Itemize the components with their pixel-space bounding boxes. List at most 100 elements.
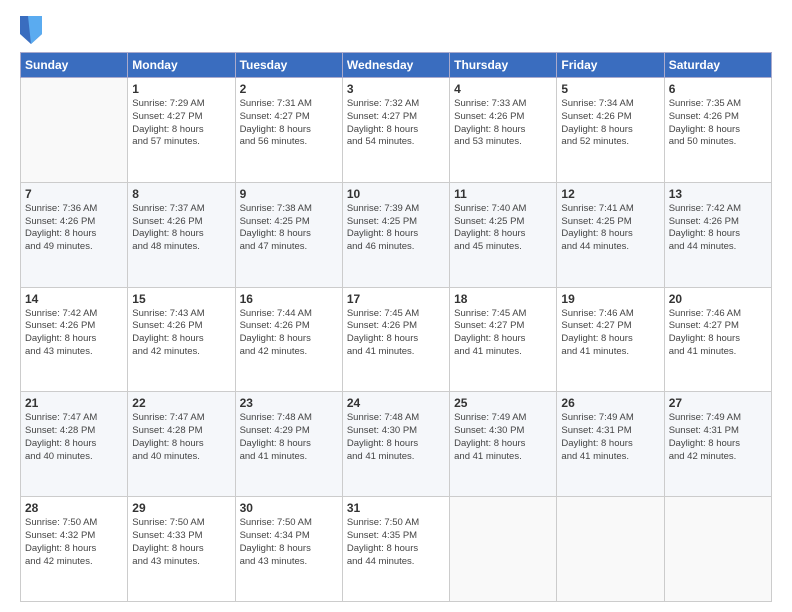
day-info: Sunrise: 7:42 AMSunset: 4:26 PMDaylight:… bbox=[25, 308, 123, 359]
day-info: Sunrise: 7:29 AMSunset: 4:27 PMDaylight:… bbox=[132, 98, 230, 149]
day-number: 29 bbox=[132, 501, 230, 515]
calendar-cell: 12 Sunrise: 7:41 AMSunset: 4:25 PMDayligh… bbox=[557, 182, 664, 287]
day-header-monday: Monday bbox=[128, 53, 235, 78]
day-number: 17 bbox=[347, 292, 445, 306]
day-info: Sunrise: 7:36 AMSunset: 4:26 PMDaylight:… bbox=[25, 203, 123, 254]
calendar-cell: 26 Sunrise: 7:49 AMSunset: 4:31 PMDayligh… bbox=[557, 392, 664, 497]
calendar-cell: 17Sunrise: 7:45 AMSunset: 4:26 PMDayligh… bbox=[342, 287, 449, 392]
day-number: 27 bbox=[669, 396, 767, 410]
day-number: 31 bbox=[347, 501, 445, 515]
day-header-friday: Friday bbox=[557, 53, 664, 78]
calendar-cell: 14 Sunrise: 7:42 AMSunset: 4:26 PMDayligh… bbox=[21, 287, 128, 392]
calendar-cell: 31 Sunrise: 7:50 AMSunset: 4:35 PMDayligh… bbox=[342, 497, 449, 602]
day-number: 10 bbox=[347, 187, 445, 201]
day-header-wednesday: Wednesday bbox=[342, 53, 449, 78]
day-info: Sunrise: 7:46 AMSunset: 4:27 PMDaylight:… bbox=[669, 308, 767, 359]
day-number: 8 bbox=[132, 187, 230, 201]
calendar-cell: 3 Sunrise: 7:32 AMSunset: 4:27 PMDaylight… bbox=[342, 78, 449, 183]
day-number: 22 bbox=[132, 396, 230, 410]
day-number: 9 bbox=[240, 187, 338, 201]
day-info: Sunrise: 7:50 AMSunset: 4:35 PMDaylight:… bbox=[347, 517, 445, 568]
day-number: 11 bbox=[454, 187, 552, 201]
day-info: Sunrise: 7:47 AMSunset: 4:28 PMDaylight:… bbox=[25, 412, 123, 463]
calendar-cell: 28 Sunrise: 7:50 AMSunset: 4:32 PMDayligh… bbox=[21, 497, 128, 602]
day-info: Sunrise: 7:35 AMSunset: 4:26 PMDaylight:… bbox=[669, 98, 767, 149]
day-number: 16 bbox=[240, 292, 338, 306]
calendar-cell: 22 Sunrise: 7:47 AMSunset: 4:28 PMDayligh… bbox=[128, 392, 235, 497]
calendar-cell: 2 Sunrise: 7:31 AMSunset: 4:27 PMDaylight… bbox=[235, 78, 342, 183]
day-number: 30 bbox=[240, 501, 338, 515]
calendar-cell: 7Sunrise: 7:36 AMSunset: 4:26 PMDaylight… bbox=[21, 182, 128, 287]
day-info: Sunrise: 7:45 AMSunset: 4:27 PMDaylight:… bbox=[454, 308, 552, 359]
calendar-cell: 27 Sunrise: 7:49 AMSunset: 4:31 PMDayligh… bbox=[664, 392, 771, 497]
calendar-cell: 8 Sunrise: 7:37 AMSunset: 4:26 PMDaylight… bbox=[128, 182, 235, 287]
day-number: 20 bbox=[669, 292, 767, 306]
day-info: Sunrise: 7:50 AMSunset: 4:32 PMDaylight:… bbox=[25, 517, 123, 568]
calendar-table: SundayMondayTuesdayWednesdayThursdayFrid… bbox=[20, 52, 772, 602]
calendar-cell bbox=[557, 497, 664, 602]
calendar-cell: 13 Sunrise: 7:42 AMSunset: 4:26 PMDayligh… bbox=[664, 182, 771, 287]
day-info: Sunrise: 7:50 AMSunset: 4:33 PMDaylight:… bbox=[132, 517, 230, 568]
calendar-cell: 1 Sunrise: 7:29 AMSunset: 4:27 PMDaylight… bbox=[128, 78, 235, 183]
calendar-cell: 29 Sunrise: 7:50 AMSunset: 4:33 PMDayligh… bbox=[128, 497, 235, 602]
day-info: Sunrise: 7:34 AMSunset: 4:26 PMDaylight:… bbox=[561, 98, 659, 149]
calendar-cell: 10 Sunrise: 7:39 AMSunset: 4:25 PMDayligh… bbox=[342, 182, 449, 287]
day-info: Sunrise: 7:33 AMSunset: 4:26 PMDaylight:… bbox=[454, 98, 552, 149]
day-number: 3 bbox=[347, 82, 445, 96]
calendar-cell: 5 Sunrise: 7:34 AMSunset: 4:26 PMDaylight… bbox=[557, 78, 664, 183]
day-number: 12 bbox=[561, 187, 659, 201]
day-number: 2 bbox=[240, 82, 338, 96]
calendar-cell: 11Sunrise: 7:40 AMSunset: 4:25 PMDayligh… bbox=[450, 182, 557, 287]
day-header-thursday: Thursday bbox=[450, 53, 557, 78]
calendar-cell: 25 Sunrise: 7:49 AMSunset: 4:30 PMDayligh… bbox=[450, 392, 557, 497]
calendar-cell: 24Sunrise: 7:48 AMSunset: 4:30 PMDayligh… bbox=[342, 392, 449, 497]
day-info: Sunrise: 7:47 AMSunset: 4:28 PMDaylight:… bbox=[132, 412, 230, 463]
calendar-cell: 21Sunrise: 7:47 AMSunset: 4:28 PMDayligh… bbox=[21, 392, 128, 497]
day-info: Sunrise: 7:50 AMSunset: 4:34 PMDaylight:… bbox=[240, 517, 338, 568]
day-number: 13 bbox=[669, 187, 767, 201]
day-info: Sunrise: 7:41 AMSunset: 4:25 PMDaylight:… bbox=[561, 203, 659, 254]
day-number: 23 bbox=[240, 396, 338, 410]
day-number: 4 bbox=[454, 82, 552, 96]
calendar-cell: 4 Sunrise: 7:33 AMSunset: 4:26 PMDaylight… bbox=[450, 78, 557, 183]
calendar-cell: 20 Sunrise: 7:46 AMSunset: 4:27 PMDayligh… bbox=[664, 287, 771, 392]
day-number: 28 bbox=[25, 501, 123, 515]
calendar-cell bbox=[450, 497, 557, 602]
calendar-cell: 6 Sunrise: 7:35 AMSunset: 4:26 PMDaylight… bbox=[664, 78, 771, 183]
day-number: 24 bbox=[347, 396, 445, 410]
calendar-cell: 9Sunrise: 7:38 AMSunset: 4:25 PMDaylight… bbox=[235, 182, 342, 287]
day-number: 18 bbox=[454, 292, 552, 306]
day-header-tuesday: Tuesday bbox=[235, 53, 342, 78]
calendar-cell: 30 Sunrise: 7:50 AMSunset: 4:34 PMDayligh… bbox=[235, 497, 342, 602]
day-info: Sunrise: 7:32 AMSunset: 4:27 PMDaylight:… bbox=[347, 98, 445, 149]
calendar-cell: 19 Sunrise: 7:46 AMSunset: 4:27 PMDayligh… bbox=[557, 287, 664, 392]
day-number: 5 bbox=[561, 82, 659, 96]
day-number: 6 bbox=[669, 82, 767, 96]
day-info: Sunrise: 7:39 AMSunset: 4:25 PMDaylight:… bbox=[347, 203, 445, 254]
day-info: Sunrise: 7:49 AMSunset: 4:30 PMDaylight:… bbox=[454, 412, 552, 463]
day-number: 25 bbox=[454, 396, 552, 410]
calendar-cell: 16Sunrise: 7:44 AMSunset: 4:26 PMDayligh… bbox=[235, 287, 342, 392]
day-number: 26 bbox=[561, 396, 659, 410]
calendar-cell: 15 Sunrise: 7:43 AMSunset: 4:26 PMDayligh… bbox=[128, 287, 235, 392]
day-number: 14 bbox=[25, 292, 123, 306]
day-info: Sunrise: 7:31 AMSunset: 4:27 PMDaylight:… bbox=[240, 98, 338, 149]
header bbox=[20, 16, 772, 44]
page: SundayMondayTuesdayWednesdayThursdayFrid… bbox=[0, 0, 792, 612]
day-info: Sunrise: 7:43 AMSunset: 4:26 PMDaylight:… bbox=[132, 308, 230, 359]
day-info: Sunrise: 7:49 AMSunset: 4:31 PMDaylight:… bbox=[669, 412, 767, 463]
day-info: Sunrise: 7:42 AMSunset: 4:26 PMDaylight:… bbox=[669, 203, 767, 254]
logo-icon bbox=[20, 16, 42, 44]
day-info: Sunrise: 7:46 AMSunset: 4:27 PMDaylight:… bbox=[561, 308, 659, 359]
logo bbox=[20, 16, 46, 44]
day-info: Sunrise: 7:48 AMSunset: 4:29 PMDaylight:… bbox=[240, 412, 338, 463]
day-info: Sunrise: 7:37 AMSunset: 4:26 PMDaylight:… bbox=[132, 203, 230, 254]
calendar-cell bbox=[21, 78, 128, 183]
calendar-cell: 23 Sunrise: 7:48 AMSunset: 4:29 PMDayligh… bbox=[235, 392, 342, 497]
day-number: 1 bbox=[132, 82, 230, 96]
day-number: 15 bbox=[132, 292, 230, 306]
day-number: 19 bbox=[561, 292, 659, 306]
calendar-cell: 18 Sunrise: 7:45 AMSunset: 4:27 PMDayligh… bbox=[450, 287, 557, 392]
day-info: Sunrise: 7:49 AMSunset: 4:31 PMDaylight:… bbox=[561, 412, 659, 463]
day-header-saturday: Saturday bbox=[664, 53, 771, 78]
